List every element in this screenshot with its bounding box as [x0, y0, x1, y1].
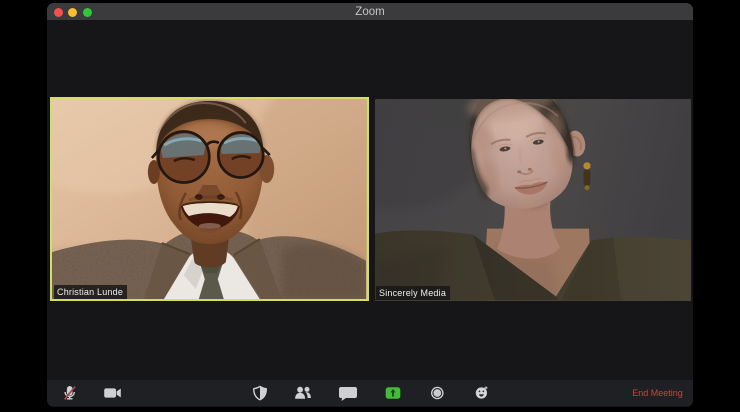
svg-text:End Meeting: End Meeting	[632, 388, 683, 398]
